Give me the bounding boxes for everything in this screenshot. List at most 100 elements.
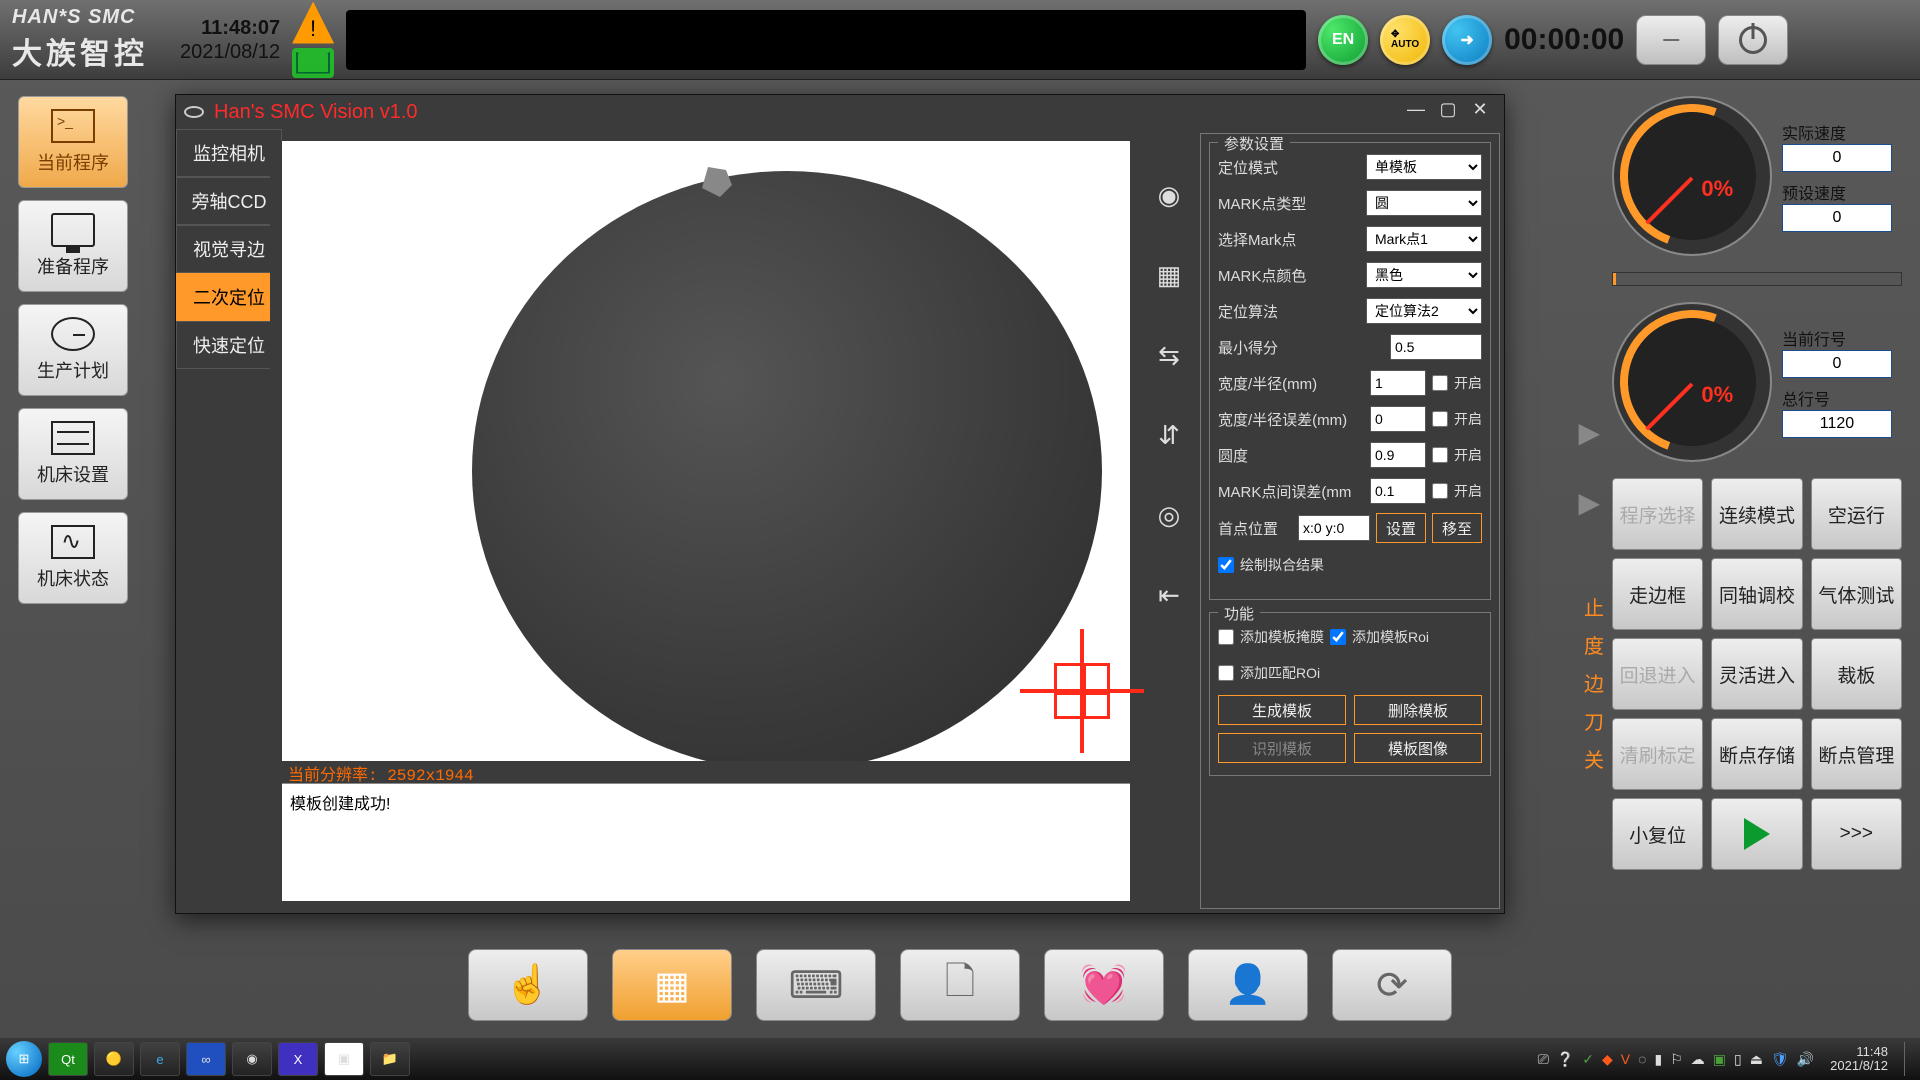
vision-tab-1[interactable]: 旁轴CCD (176, 177, 282, 225)
action-灵活进入[interactable]: 灵活进入 (1711, 638, 1802, 710)
auto-mode-button[interactable]: ✥AUTO (1380, 15, 1430, 65)
tray-icon[interactable]: ⎚ (1538, 1051, 1549, 1068)
mark-type-select[interactable]: 圆 (1366, 190, 1482, 216)
tray-icon[interactable]: 🛡 (1771, 1051, 1789, 1068)
nav-机床设置[interactable]: 机床设置 (18, 408, 128, 500)
collapse-icon[interactable]: ⇤ (1153, 579, 1185, 611)
tray-icon[interactable]: ▯ (1734, 1051, 1742, 1068)
tray-volume-icon[interactable]: 🔊 (1797, 1051, 1814, 1068)
template-image-button[interactable]: 模板图像 (1354, 733, 1482, 763)
focus-icon[interactable]: ◎ (1153, 499, 1185, 531)
roundness-enable[interactable] (1432, 447, 1448, 463)
taskbar-camera[interactable]: ◉ (232, 1042, 272, 1076)
markdist-enable[interactable] (1432, 483, 1448, 499)
blank-button[interactable]: — (1636, 15, 1706, 65)
taskbar-chrome[interactable]: 🟡 (94, 1042, 134, 1076)
alarm-icon[interactable]: ! (292, 2, 334, 44)
gen-template-button[interactable]: 生成模板 (1218, 695, 1346, 725)
taskbar-app3[interactable]: ▣ (324, 1042, 364, 1076)
dock-button-2[interactable]: ⌨ (756, 949, 876, 1021)
action-断点存储[interactable]: 断点存储 (1711, 718, 1802, 790)
nav-生产计划[interactable]: 生产计划 (18, 304, 128, 396)
taskbar-app2[interactable]: X (278, 1042, 318, 1076)
maximize-button[interactable]: ▢ (1432, 99, 1464, 125)
tray-icon[interactable]: ⚐ (1670, 1051, 1683, 1068)
nav-准备程序[interactable]: 准备程序 (18, 200, 128, 292)
taskbar-ie[interactable]: e (140, 1042, 180, 1076)
firstpt-move-button[interactable]: 移至 (1432, 513, 1482, 543)
nav-机床状态[interactable]: 机床状态 (18, 512, 128, 604)
action-裁板[interactable]: 裁板 (1811, 638, 1902, 710)
action-走边框[interactable]: 走边框 (1612, 558, 1703, 630)
action-空运行[interactable]: 空运行 (1811, 478, 1902, 550)
algo-select[interactable]: 定位算法2 (1366, 298, 1482, 324)
taskbar-app1[interactable]: ∞ (186, 1042, 226, 1076)
add-matchroi-check[interactable] (1218, 665, 1234, 681)
cycle-button[interactable]: ➜ (1442, 15, 1492, 65)
firstpt-input[interactable] (1298, 515, 1370, 541)
tray-icon[interactable]: ▮ (1654, 1051, 1662, 1068)
tray-icon[interactable]: ▣ (1713, 1051, 1726, 1068)
dock-button-6[interactable]: ⟳ (1332, 949, 1452, 1021)
tray-icon[interactable]: ⏏ (1750, 1051, 1763, 1068)
language-button[interactable]: EN (1318, 15, 1368, 65)
dock-button-4[interactable]: 💓 (1044, 949, 1164, 1021)
min-score-input[interactable] (1390, 334, 1482, 360)
width-err-input[interactable] (1370, 406, 1426, 432)
show-desktop[interactable] (1904, 1042, 1914, 1076)
tray-icon[interactable]: V (1621, 1051, 1630, 1067)
arrow-icon[interactable]: ▶ (1578, 416, 1600, 449)
action-气体测试[interactable]: 气体测试 (1811, 558, 1902, 630)
action-回退进入[interactable]: 回退进入 (1612, 638, 1703, 710)
action-清刷标定[interactable]: 清刷标定 (1612, 718, 1703, 790)
action-同轴调校[interactable]: 同轴调校 (1711, 558, 1802, 630)
start-button[interactable]: ⊞ (6, 1041, 42, 1077)
add-mask-check[interactable] (1218, 629, 1234, 645)
tray-icon[interactable]: ☁ (1691, 1051, 1705, 1068)
mail-icon[interactable] (292, 48, 334, 78)
roundness-input[interactable] (1370, 442, 1426, 468)
nav-当前程序[interactable]: 当前程序 (18, 96, 128, 188)
taskbar-clock[interactable]: 11:48 2021/8/12 (1822, 1045, 1896, 1074)
vision-tab-0[interactable]: 监控相机 (176, 129, 282, 177)
taskbar-qt[interactable]: Qt (48, 1042, 88, 1076)
power-button[interactable] (1718, 15, 1788, 65)
recog-template-button[interactable]: 识别模板 (1218, 733, 1346, 763)
width-input[interactable] (1370, 370, 1426, 396)
mark-color-select[interactable]: 黑色 (1366, 262, 1482, 288)
vision-tab-4[interactable]: 快速定位 (176, 321, 282, 369)
action-连续模式[interactable]: 连续模式 (1711, 478, 1802, 550)
camera-view[interactable]: 当前分辨率: 2592x1944 模板创建成功! (282, 129, 1142, 913)
flip-h-icon[interactable]: ⇆ (1153, 339, 1185, 371)
mark-select[interactable]: Mark点1 (1366, 226, 1482, 252)
markdist-input[interactable] (1370, 478, 1426, 504)
drawfit-check[interactable] (1218, 557, 1234, 573)
grid-icon[interactable]: ▦ (1153, 259, 1185, 291)
dock-button-5[interactable]: 👤 (1188, 949, 1308, 1021)
del-template-button[interactable]: 删除模板 (1354, 695, 1482, 725)
arrow-icon[interactable]: ▶ (1578, 486, 1600, 519)
play-icon[interactable]: ◉ (1153, 179, 1185, 211)
action-程序选择[interactable]: 程序选择 (1612, 478, 1703, 550)
close-button[interactable]: ✕ (1464, 99, 1496, 125)
vision-titlebar[interactable]: Han's SMC Vision v1.0 — ▢ ✕ (176, 95, 1504, 129)
windows-taskbar[interactable]: ⊞ Qt 🟡 e ∞ ◉ X ▣ 📁 ⎚ ❔ ✓ ◆ V ◌ ▮ ⚐ ☁ ▣ ▯… (0, 1038, 1920, 1080)
dock-button-0[interactable]: ☝ (468, 949, 588, 1021)
taskbar-explorer[interactable]: 📁 (370, 1042, 410, 1076)
crosshair[interactable] (1032, 641, 1132, 741)
action-play[interactable] (1711, 798, 1802, 870)
tray-icon[interactable]: ◌ (1638, 1051, 1646, 1067)
action-小复位[interactable]: 小复位 (1612, 798, 1703, 870)
firstpt-set-button[interactable]: 设置 (1376, 513, 1426, 543)
vision-tab-3[interactable]: 二次定位 (176, 273, 282, 321)
dock-button-1[interactable]: ▦ (612, 949, 732, 1021)
tray-icon[interactable]: ❔ (1557, 1051, 1574, 1068)
locate-mode-select[interactable]: 单模板 (1366, 154, 1482, 180)
action-断点管理[interactable]: 断点管理 (1811, 718, 1902, 790)
flip-v-icon[interactable]: ⇵ (1153, 419, 1185, 451)
width-enable[interactable] (1432, 375, 1448, 391)
tray-icon[interactable]: ✓ (1582, 1051, 1594, 1068)
width-err-enable[interactable] (1432, 411, 1448, 427)
minimize-button[interactable]: — (1400, 99, 1432, 125)
tray-icon[interactable]: ◆ (1602, 1051, 1613, 1068)
